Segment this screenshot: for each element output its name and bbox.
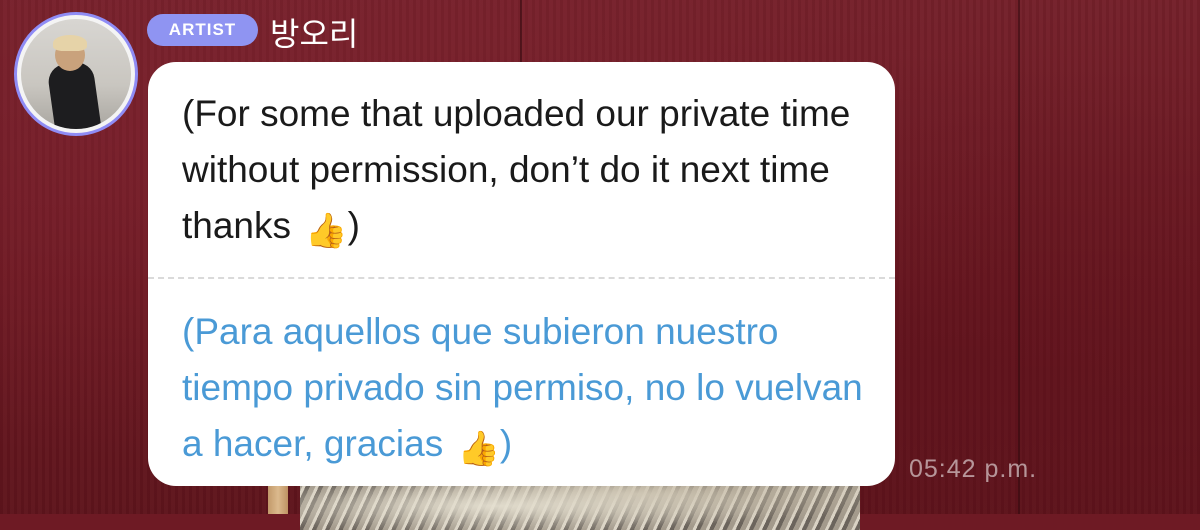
- avatar-figure-hair: [53, 35, 87, 51]
- artist-badge: ARTIST: [147, 14, 258, 46]
- translation-divider: [148, 277, 895, 279]
- message-translated-text: (Para aquellos que subieron nuestro tiem…: [182, 304, 882, 477]
- translated-close-paren: ): [499, 423, 513, 464]
- thumbs-up-icon: 👍: [457, 429, 500, 469]
- translated-text: (Para aquellos que subieron nuestro tiem…: [182, 311, 863, 464]
- original-text: (For some that uploaded our private time…: [182, 93, 851, 246]
- artist-avatar[interactable]: [14, 12, 138, 136]
- thumbs-up-icon: 👍: [305, 211, 348, 251]
- background-seam: [1018, 0, 1020, 514]
- avatar-image: [21, 19, 131, 129]
- avatar-figure-body: [46, 60, 102, 129]
- artist-name[interactable]: 방오리: [270, 9, 358, 55]
- message-original-text: (For some that uploaded our private time…: [182, 86, 882, 259]
- message-timestamp: 05:42 p.m.: [909, 455, 1038, 483]
- original-close-paren: ): [347, 205, 360, 246]
